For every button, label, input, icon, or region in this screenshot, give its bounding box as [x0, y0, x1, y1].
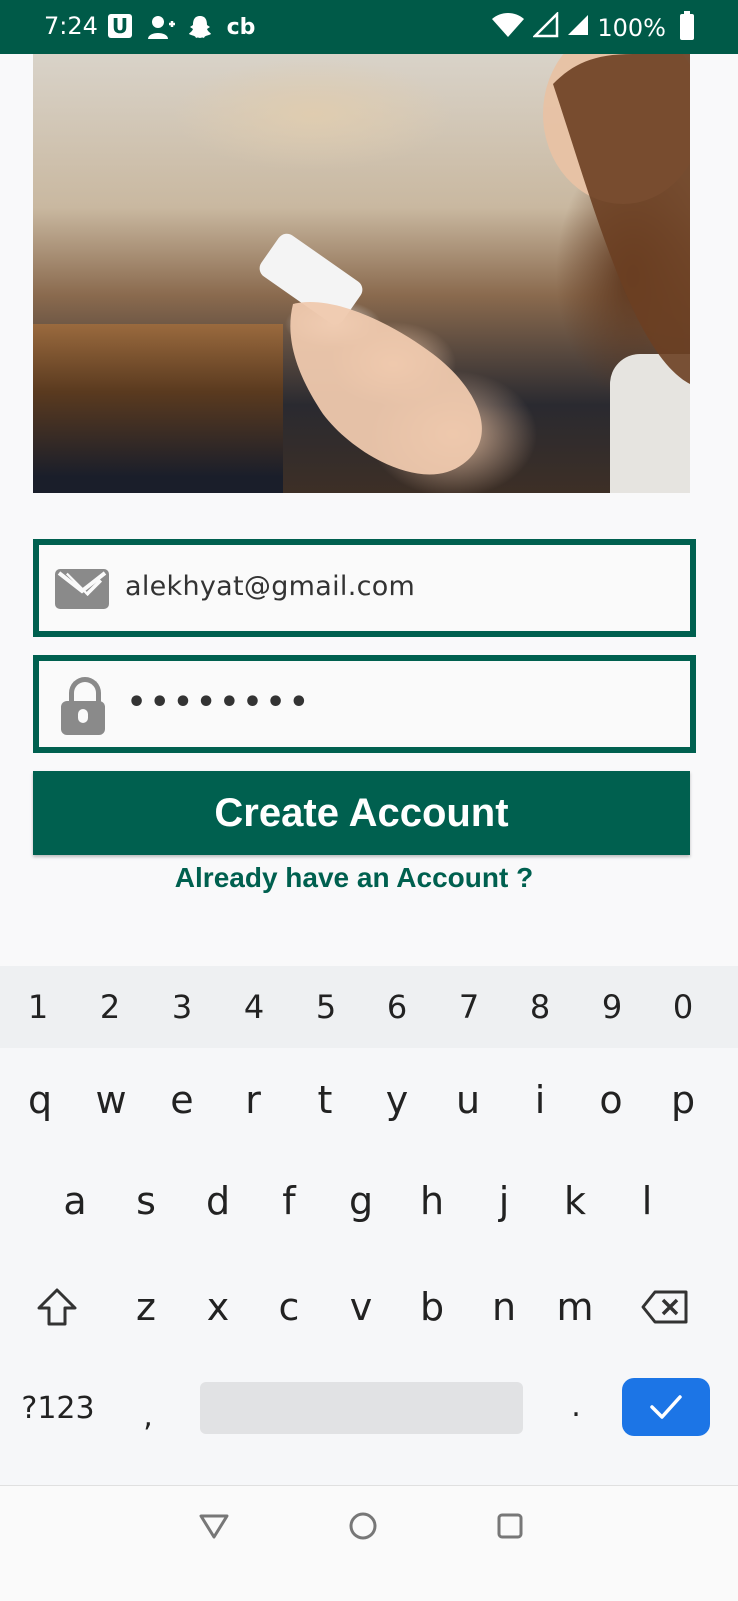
key-y[interactable]: y	[362, 1055, 432, 1145]
key-6[interactable]: 6	[361, 966, 433, 1048]
soft-keyboard: 1 2 3 4 5 6 7 8 9 0 q w e r t y u i o p …	[0, 966, 738, 1485]
key-k[interactable]: k	[540, 1156, 610, 1246]
key-2[interactable]: 2	[74, 966, 146, 1048]
key-u[interactable]: u	[433, 1055, 503, 1145]
battery-percent: 100%	[597, 14, 666, 42]
recents-button[interactable]	[490, 1506, 530, 1546]
hero-image	[33, 54, 690, 493]
back-icon	[199, 1514, 229, 1539]
signal-icon	[532, 10, 559, 44]
status-bar: 7:24 U cb 100%	[0, 0, 738, 54]
key-g[interactable]: g	[326, 1156, 396, 1246]
key-f[interactable]: f	[254, 1156, 324, 1246]
signal-icon-2	[567, 14, 589, 42]
key-z[interactable]: z	[111, 1262, 181, 1352]
email-field[interactable]: alekhyat@gmail.com	[33, 539, 696, 637]
symbols-key[interactable]: ?123	[10, 1376, 106, 1440]
wifi-icon	[491, 12, 525, 44]
key-o[interactable]: o	[576, 1055, 646, 1145]
key-e[interactable]: e	[147, 1055, 217, 1145]
key-b[interactable]: b	[397, 1262, 467, 1352]
key-l[interactable]: l	[612, 1156, 682, 1246]
backspace-key[interactable]	[630, 1262, 700, 1352]
key-0[interactable]: 0	[647, 966, 719, 1048]
key-m[interactable]: m	[540, 1262, 610, 1352]
snapchat-icon	[186, 13, 214, 41]
key-c[interactable]: c	[254, 1262, 324, 1352]
password-input-value: ••••••••	[127, 685, 313, 720]
hero-illustration	[259, 54, 690, 475]
u-app-icon: U	[108, 14, 132, 38]
enter-key[interactable]	[622, 1378, 710, 1436]
shift-key[interactable]	[22, 1262, 92, 1352]
key-a[interactable]: a	[40, 1156, 110, 1246]
key-p[interactable]: p	[648, 1055, 718, 1145]
recents-icon	[497, 1513, 523, 1539]
create-account-button[interactable]: Create Account	[33, 771, 690, 855]
key-7[interactable]: 7	[433, 966, 505, 1048]
cb-app-icon: cb	[226, 14, 256, 40]
keyboard-number-row: 1 2 3 4 5 6 7 8 9 0	[0, 966, 738, 1048]
password-field[interactable]: ••••••••	[33, 655, 696, 753]
key-t[interactable]: t	[290, 1055, 360, 1145]
key-v[interactable]: v	[326, 1262, 396, 1352]
navigation-bar	[0, 1485, 738, 1601]
key-w[interactable]: w	[76, 1055, 146, 1145]
key-j[interactable]: j	[469, 1156, 539, 1246]
comma-key[interactable]: ,	[120, 1384, 176, 1448]
key-1[interactable]: 1	[2, 966, 74, 1048]
lock-icon	[61, 677, 105, 735]
key-i[interactable]: i	[505, 1055, 575, 1145]
key-s[interactable]: s	[111, 1156, 181, 1246]
key-3[interactable]: 3	[146, 966, 218, 1048]
key-n[interactable]: n	[469, 1262, 539, 1352]
key-h[interactable]: h	[397, 1156, 467, 1246]
status-time: 7:24	[44, 12, 98, 40]
key-8[interactable]: 8	[504, 966, 576, 1048]
backspace-icon	[641, 1290, 688, 1324]
checkmark-icon	[650, 1395, 682, 1419]
status-right: 100%	[491, 10, 688, 44]
add-person-icon	[146, 13, 176, 41]
home-icon	[349, 1512, 377, 1540]
already-have-account-link[interactable]: Already have an Account ?	[0, 862, 708, 894]
key-9[interactable]: 9	[576, 966, 648, 1048]
mail-icon	[55, 569, 109, 609]
back-button[interactable]	[194, 1506, 234, 1546]
key-x[interactable]: x	[183, 1262, 253, 1352]
key-q[interactable]: q	[5, 1055, 75, 1145]
period-key[interactable]: .	[548, 1374, 604, 1438]
key-4[interactable]: 4	[218, 966, 290, 1048]
key-d[interactable]: d	[183, 1156, 253, 1246]
battery-icon	[680, 11, 694, 40]
shift-icon	[37, 1288, 77, 1326]
email-input-value: alekhyat@gmail.com	[125, 571, 416, 602]
space-bar[interactable]	[200, 1382, 523, 1434]
key-r[interactable]: r	[218, 1055, 288, 1145]
key-5[interactable]: 5	[290, 966, 362, 1048]
home-button[interactable]	[343, 1506, 383, 1546]
